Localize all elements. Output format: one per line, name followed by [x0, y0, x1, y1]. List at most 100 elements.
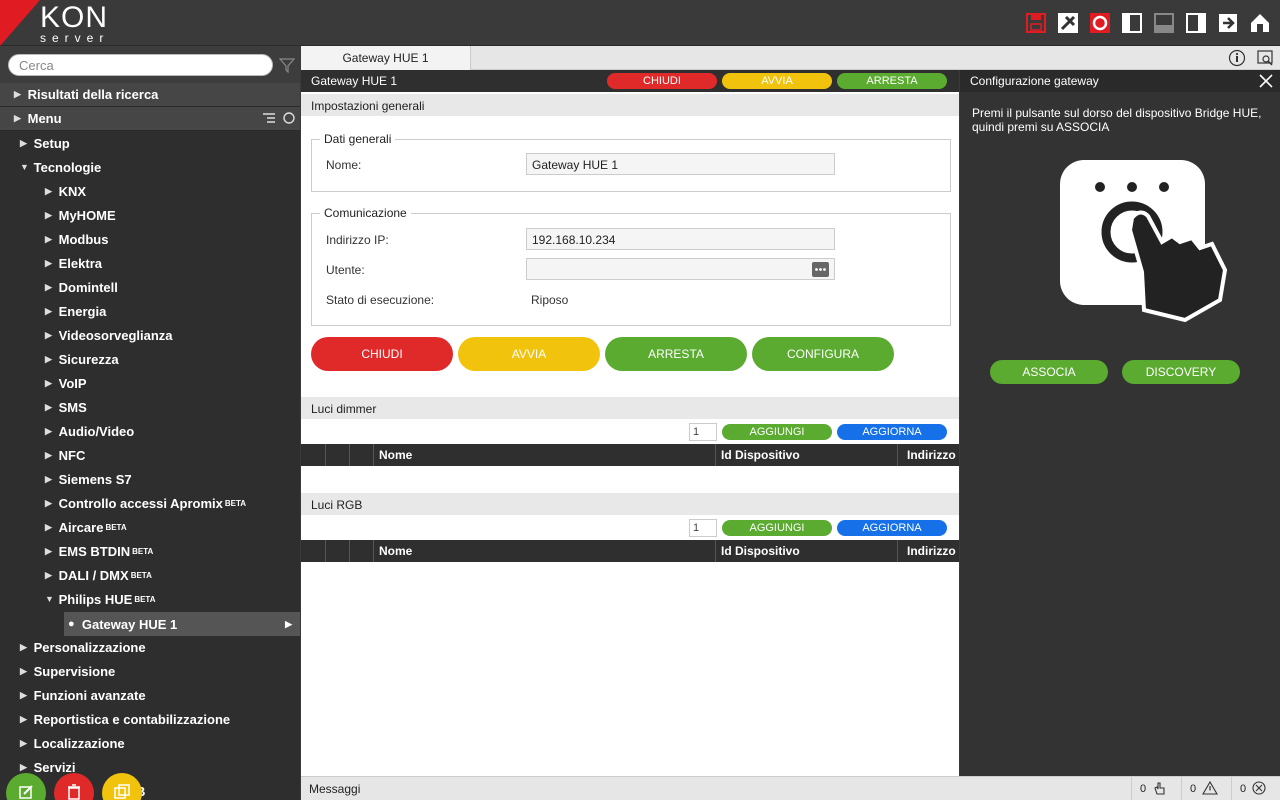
tree-item-knx[interactable]: ▶ KNX [0, 179, 300, 203]
panel-title: Configurazione gateway [960, 70, 1280, 92]
tree-item-personalizzazione[interactable]: ▶ Personalizzazione [0, 635, 300, 659]
error-counter[interactable]: 0 [1231, 777, 1280, 800]
tree-item-voip[interactable]: ▶ VoIP [0, 371, 300, 395]
tree-item-myhome[interactable]: ▶ MyHOME [0, 203, 300, 227]
ip-label: Indirizzo IP: [326, 233, 389, 247]
col-name[interactable]: Nome [379, 448, 412, 462]
name-field[interactable]: Gateway HUE 1 [526, 153, 835, 175]
save-icon[interactable] [1024, 11, 1048, 35]
tree-item-setup[interactable]: ▶ Setup [0, 131, 300, 155]
panel-header: Gateway HUE 1 CHIUDI AVVIA ARRESTA [301, 70, 959, 92]
close-icon[interactable] [1258, 73, 1274, 92]
tree-item-domintell[interactable]: ▶ Domintell [0, 275, 300, 299]
col-address[interactable]: Indirizzo [907, 448, 956, 462]
top-bar: KON server [0, 0, 1280, 46]
tree-item-modbus[interactable]: ▶ Modbus [0, 227, 300, 251]
instruction-text: Premi il pulsante sul dorso del disposit… [972, 106, 1262, 134]
search-window-icon[interactable] [1256, 49, 1274, 70]
col-name[interactable]: Nome [379, 544, 412, 558]
tab-gateway-hue-1[interactable]: Gateway HUE 1 [301, 46, 471, 70]
main-panel: Gateway HUE 1 CHIUDI AVVIA ARRESTA Impos… [301, 70, 959, 776]
section-general-settings: Impostazioni generali [301, 94, 959, 116]
error-icon [1252, 780, 1266, 798]
rgb-count-input[interactable]: 1 [689, 519, 717, 537]
close-button[interactable]: CHIUDI [311, 337, 453, 371]
col-device-id[interactable]: Id Dispositivo [721, 544, 800, 558]
touch-counter[interactable]: 0 [1131, 777, 1181, 800]
warning-icon [1202, 780, 1219, 798]
sync-icon[interactable] [1088, 11, 1112, 35]
close-button-top[interactable]: CHIUDI [607, 73, 717, 89]
tree-item-supervisione[interactable]: ▶ Supervisione [0, 659, 300, 683]
dimmer-count-input[interactable]: 1 [689, 423, 717, 441]
panel-bottom-icon[interactable] [1152, 11, 1176, 35]
tab-bar: Gateway HUE 1 [301, 46, 1280, 70]
ip-field[interactable]: 192.168.10.234 [526, 228, 835, 250]
tree-item-ems-btdin[interactable]: ▶ EMS BTDIN BETA [0, 539, 300, 563]
user-field[interactable] [526, 258, 835, 280]
tree-item-dali-dmx[interactable]: ▶ DALI / DMX BETA [0, 563, 300, 587]
col-device-id[interactable]: Id Dispositivo [721, 448, 800, 462]
run-state-label: Stato di esecuzione: [326, 293, 435, 307]
section-rgb-lights: Luci RGB [301, 493, 959, 515]
pin-icon[interactable] [1056, 11, 1080, 35]
discovery-button[interactable]: DISCOVERY [1122, 360, 1240, 384]
duplicate-button[interactable] [102, 773, 142, 800]
status-bar: Messaggi 0 0 0 [301, 776, 1280, 800]
tree-item-tecnologie[interactable]: ▼ Tecnologie [0, 155, 300, 179]
tree-item-siemens[interactable]: ▶ Siemens S7 [0, 467, 300, 491]
tree-item-gateway-hue-1[interactable]: ● Gateway HUE 1 ▶ [64, 612, 300, 636]
gateway-config-panel: Configurazione gateway Premi il pulsante… [960, 70, 1280, 776]
tree-item-nfc[interactable]: ▶ NFC [0, 443, 300, 467]
exit-icon[interactable] [1216, 11, 1240, 35]
more-options-icon[interactable] [812, 262, 829, 280]
tree-item-localizzazione[interactable]: ▶ Localizzazione [0, 731, 300, 755]
stop-button-top[interactable]: ARRESTA [837, 73, 947, 89]
tree-item-elektra[interactable]: ▶ Elektra [0, 251, 300, 275]
tree-item-apromix[interactable]: ▶ Controllo accessi Apromix BETA [0, 491, 300, 515]
refresh-icon[interactable] [282, 111, 296, 128]
associate-button[interactable]: ASSOCIA [990, 360, 1108, 384]
dimmer-table-header: Nome Id Dispositivo Indirizzo [301, 444, 959, 466]
panel-right-icon[interactable] [1184, 11, 1208, 35]
search-input[interactable] [8, 54, 273, 76]
delete-button[interactable] [54, 773, 94, 800]
tree-item-videosorveglianza[interactable]: ▶ Videosorveglianza [0, 323, 300, 347]
start-button-top[interactable]: AVVIA [722, 73, 832, 89]
configure-button[interactable]: CONFIGURA [752, 337, 894, 371]
home-icon[interactable] [1248, 11, 1272, 35]
panel-left-icon[interactable] [1120, 11, 1144, 35]
search-results-section[interactable]: ▶ Risultati della ricerca [0, 83, 300, 107]
stop-button[interactable]: ARRESTA [605, 337, 747, 371]
rgb-table-header: Nome Id Dispositivo Indirizzo [301, 540, 959, 562]
info-icon[interactable] [1228, 49, 1246, 70]
user-label: Utente: [326, 263, 365, 277]
tree-item-philips-hue[interactable]: ▼ Philips HUE BETA [0, 587, 300, 611]
dimmer-add-button[interactable]: AGGIUNGI [722, 424, 832, 440]
section-dimmer-lights: Luci dimmer [301, 397, 959, 419]
copy-icon [114, 783, 130, 800]
run-state-value: Riposo [531, 293, 569, 307]
rgb-refresh-button[interactable]: AGGIORNA [837, 520, 947, 536]
tree-item-sms[interactable]: ▶ SMS [0, 395, 300, 419]
page-title: Gateway HUE 1 [311, 74, 398, 88]
tree-item-aircare[interactable]: ▶ Aircare BETA [0, 515, 300, 539]
list-settings-icon[interactable] [262, 112, 276, 127]
tree-item-funzioni-avanzate[interactable]: ▶ Funzioni avanzate [0, 683, 300, 707]
dimmer-refresh-button[interactable]: AGGIORNA [837, 424, 947, 440]
start-button[interactable]: AVVIA [458, 337, 600, 371]
rgb-add-button[interactable]: AGGIUNGI [722, 520, 832, 536]
tree-item-audio-video[interactable]: ▶ Audio/Video [0, 419, 300, 443]
tree-item-energia[interactable]: ▶ Energia [0, 299, 300, 323]
hue-bridge-press-icon [1060, 160, 1230, 328]
tree-item-sicurezza[interactable]: ▶ Sicurezza [0, 347, 300, 371]
name-label: Nome: [326, 158, 362, 172]
menu-section[interactable]: ▶ Menu [0, 107, 300, 131]
filter-icon[interactable] [278, 57, 296, 76]
edit-button[interactable] [6, 773, 46, 800]
tree-item-reportistica[interactable]: ▶ Reportistica e contabilizzazione [0, 707, 300, 731]
hand-icon [1152, 781, 1166, 798]
warning-counter[interactable]: 0 [1181, 777, 1231, 800]
col-address[interactable]: Indirizzo [907, 544, 956, 558]
messages-label[interactable]: Messaggi [309, 782, 360, 796]
